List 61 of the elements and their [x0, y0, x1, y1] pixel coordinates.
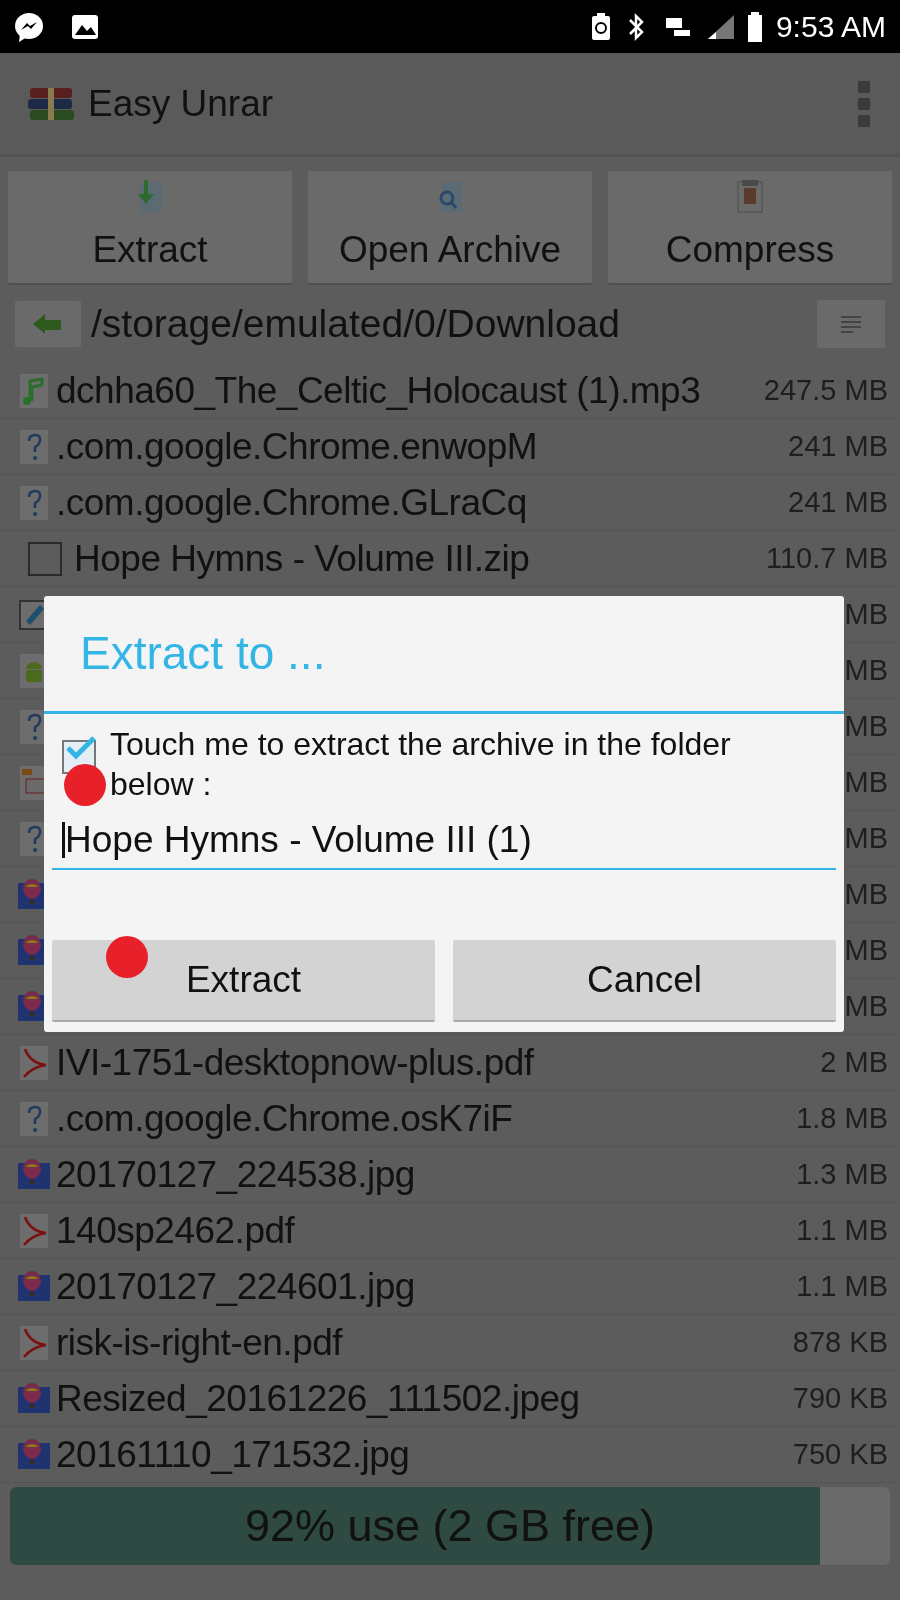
file-size: 790 KB	[792, 1380, 888, 1416]
messenger-icon	[14, 11, 44, 42]
file-size: MB	[844, 932, 888, 968]
question-file-icon	[16, 1098, 52, 1139]
toolbar-button[interactable]: Compress	[608, 171, 892, 285]
sort-button[interactable]	[817, 300, 885, 348]
battery-saver-icon	[589, 11, 612, 42]
toolbar-button[interactable]: Extract	[8, 171, 292, 285]
folder-name-field[interactable]: Hope Hymns - Volume III (1)	[52, 812, 836, 870]
dialog-button[interactable]: Cancel	[453, 940, 836, 1022]
file-size: 110.7 MB	[766, 540, 888, 576]
file-size: MB	[844, 764, 888, 800]
pdf-file-icon	[16, 1210, 52, 1251]
file-size: 2 MB	[820, 1044, 888, 1080]
file-size: 750 KB	[792, 1436, 888, 1472]
dialog-button[interactable]: Extract	[52, 940, 435, 1022]
file-size: MB	[844, 652, 888, 688]
file-name[interactable]: dchha60_The_Celtic_Holocaust (1).mp3	[56, 362, 701, 419]
toolbar-button[interactable]: Open Archive	[308, 171, 592, 285]
file-name[interactable]: .com.google.Chrome.GLraCq	[56, 474, 527, 531]
file-name[interactable]: Resized_20161226_111502.jpeg	[56, 1370, 580, 1427]
file-name[interactable]: 20161110_171532.jpg	[56, 1426, 410, 1483]
file-size: 247.5 MB	[763, 372, 888, 408]
dialog-title: Extract to ...	[80, 626, 326, 681]
battery-icon	[745, 10, 764, 43]
file-size: 241 MB	[788, 484, 888, 520]
file-size: MB	[844, 876, 888, 912]
file-size: MB	[844, 820, 888, 856]
file-name[interactable]: .com.google.Chrome.osK7iF	[56, 1090, 513, 1147]
file-name[interactable]: 20170127_224538.jpg	[56, 1146, 415, 1203]
checkbox-label[interactable]: Touch me to extract the archive in the folder below :	[110, 724, 790, 804]
pdf-file-icon	[16, 1042, 52, 1083]
file-size: 1.3 MB	[796, 1156, 888, 1192]
storage-usage-text: 92% use (2 GB free)	[244, 1499, 656, 1554]
touch-indicator-icon	[64, 764, 106, 806]
file-size: 1.1 MB	[796, 1268, 888, 1304]
image-icon	[70, 12, 100, 41]
file-size: 878 KB	[792, 1324, 888, 1360]
question-file-icon	[16, 482, 52, 523]
back-button[interactable]	[15, 301, 81, 347]
file-name[interactable]: 140sp2462.pdf	[56, 1202, 295, 1259]
file-name[interactable]: 20170127_224601.jpg	[56, 1258, 415, 1315]
file-checkbox[interactable]	[28, 541, 62, 576]
file-name[interactable]: Hope Hymns - Volume III.zip	[74, 530, 530, 587]
file-size: 241 MB	[788, 428, 888, 464]
file-name[interactable]: .com.google.Chrome.enwopM	[56, 418, 538, 475]
music-file-icon	[16, 370, 52, 411]
clock-time: 9:53 AM	[775, 9, 886, 45]
file-size: MB	[844, 596, 888, 632]
file-size: 1.1 MB	[796, 1212, 888, 1248]
app-title: Easy Unrar	[88, 81, 274, 126]
question-file-icon	[16, 426, 52, 467]
path-text: /storage/emulated/0/Download	[91, 300, 621, 347]
touch-indicator-icon	[106, 936, 148, 978]
file-size: MB	[844, 988, 888, 1024]
file-name[interactable]: IVI-1751-desktopnow-plus.pdf	[56, 1034, 534, 1091]
pdf-file-icon	[16, 1322, 52, 1363]
file-size: 1.8 MB	[796, 1100, 888, 1136]
file-size: MB	[844, 708, 888, 744]
file-name[interactable]: risk-is-right-en.pdf	[56, 1314, 343, 1371]
sort-lines-icon	[839, 315, 863, 333]
